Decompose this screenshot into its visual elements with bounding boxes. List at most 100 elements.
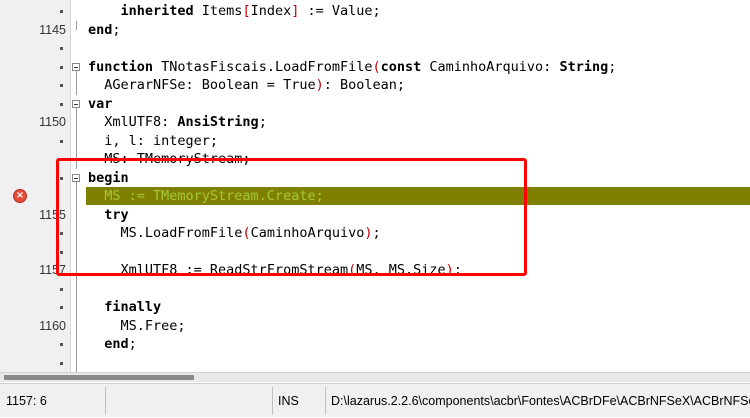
code-symbol: ) [364,225,373,241]
code-line[interactable]: MS.LoadFromFile(CaminhoArquivo); [0,224,750,243]
fold-line [76,353,77,372]
horizontal-scrollbar[interactable] [0,372,750,382]
code-token: i, l: integer; [88,132,219,149]
fold-line [76,316,77,336]
code-text: MS.Free; [88,317,186,335]
code-token: CaminhoArquivo [250,225,365,241]
fold-line [76,131,77,151]
code-symbol: ( [242,225,251,241]
status-separator [325,387,326,415]
code-line[interactable]: inherited Items[Index] := Value; [0,2,750,20]
code-line[interactable] [0,39,750,57]
code-line[interactable]: MS: TMemoryStream; [0,150,750,169]
code-line[interactable]: end; [0,20,750,39]
code-keyword: const [380,58,422,75]
code-line[interactable]: var [0,95,750,114]
code-token: XmlUTF8: [88,114,178,130]
code-token: MS, MS.Size [356,262,446,278]
code-line[interactable]: XmlUTF8 := ReadStrFromStream(MS, MS.Size… [0,261,750,280]
fold-line [76,279,77,299]
fold-line [76,205,77,225]
code-text: end; [88,21,121,39]
code-token: XmlUTF8 := ReadStrFromStream [88,262,349,278]
code-symbol: [ [242,3,251,19]
code-line[interactable]: i, l: integer; [0,131,750,151]
code-text: var [88,95,112,113]
code-text: begin [88,169,129,187]
code-token: : Boolean; [323,77,405,93]
cursor-position: 1157: 6 [6,394,47,408]
code-line[interactable]: function TNotasFiscais.LoadFromFile(cons… [0,58,750,77]
code-token: ; [258,114,267,130]
code-text: XmlUTF8 := ReadStrFromStream(MS, MS.Size… [88,261,462,279]
code-text: i, l: integer; [88,132,218,150]
code-keyword: function [88,58,154,75]
code-token: MS.Free; [88,317,186,334]
fold-line [76,261,77,280]
status-separator [105,387,106,415]
code-line[interactable] [0,242,750,262]
fold-line [76,187,77,206]
code-token: ; [453,262,462,278]
code-line[interactable] [0,353,750,372]
code-line[interactable]: begin [0,169,750,188]
code-text: MS := TMemoryStream.Create; [88,187,324,205]
code-text: AGerarNFSe: Boolean = True): Boolean; [88,76,405,94]
code-symbol: ) [315,77,324,93]
fold-line [76,20,77,30]
code-text: MS: TMemoryStream; [88,150,250,168]
code-editor[interactable]: 1145 1150 × 1155 1157 1160 inherited Items[In… [0,0,750,372]
code-text: XmlUTF8: AnsiString; [88,113,267,131]
fold-line [76,76,77,95]
status-empty-panel [109,384,269,418]
code-keyword: String [559,58,609,75]
fold-line [76,150,77,169]
code-symbol: ( [372,58,381,75]
code-keyword: AnsiString [177,114,259,130]
code-text: inherited Items[Index] := Value; [88,2,381,20]
fold-line [76,298,77,317]
code-token: AGerarNFSe: Boolean = True [88,77,316,93]
code-line[interactable]: finally [0,298,750,317]
fold-line [76,335,77,354]
code-line[interactable]: MS.Free; [0,316,750,336]
fold-line [76,113,77,132]
code-line[interactable]: XmlUTF8: AnsiString; [0,113,750,132]
code-token: ; [112,21,121,38]
file-path: D:\lazarus.2.2.6\components\acbr\Fontes\… [331,394,750,408]
code-line[interactable]: AGerarNFSe: Boolean = True): Boolean; [0,76,750,95]
code-token: ; [608,58,617,75]
fold-line [76,242,77,262]
code-token: ; [372,225,381,241]
code-text: function TNotasFiscais.LoadFromFile(cons… [88,58,616,76]
highlighted-code-line[interactable]: MS := TMemoryStream.Create; [0,187,750,206]
code-token: MS.LoadFromFile [88,225,243,241]
code-keyword: finally [104,299,162,315]
code-keyword: inherited [120,3,194,19]
code-symbol: ( [348,262,357,278]
code-token: MS := TMemoryStream.Create; [88,188,324,204]
fold-line [76,224,77,243]
code-token: CaminhoArquivo: [421,58,560,75]
code-text: end; [88,335,137,353]
code-symbol: ) [445,262,454,278]
code-line[interactable]: try [0,205,750,225]
code-text: try [88,206,129,224]
code-keyword: var [88,95,113,112]
code-keyword: begin [88,169,129,186]
code-line[interactable] [0,279,750,299]
code-keyword: try [104,206,129,223]
code-token: ; [128,336,137,352]
scrollbar-thumb[interactable] [4,375,194,380]
insert-mode: INS [278,394,299,408]
fold-toggle-icon[interactable] [72,99,80,108]
fold-toggle-icon[interactable] [72,62,80,71]
code-line[interactable]: end; [0,335,750,354]
code-token: := Value; [299,3,381,19]
fold-toggle-icon[interactable] [72,173,80,182]
code-keyword: end [88,21,113,38]
